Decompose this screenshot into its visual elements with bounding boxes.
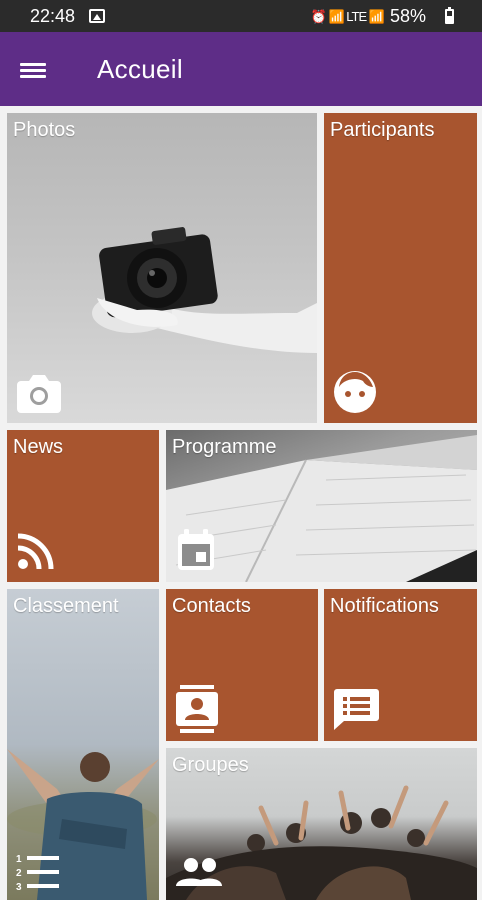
status-system-area: ⏰ 📶 LTE 📶 58% <box>311 6 446 27</box>
gallery-notification-icon <box>89 9 105 23</box>
battery-icon <box>445 7 454 24</box>
tile-participants[interactable]: Participants <box>324 113 477 423</box>
camera-icon <box>17 375 61 413</box>
status-bar: 22:48 ⏰ 📶 LTE 📶 58% <box>0 0 482 32</box>
tile-contacts[interactable]: Contacts <box>166 589 318 741</box>
calendar-icon <box>178 529 214 570</box>
face-icon <box>334 371 376 413</box>
contact-card-icon <box>176 685 218 733</box>
tile-notifications[interactable]: Notifications <box>324 589 477 741</box>
page-title: Accueil <box>97 54 183 84</box>
ranking-list-icon: 1 2 3 <box>16 854 59 892</box>
tile-label-participants: Participants <box>330 119 435 141</box>
tile-photos[interactable]: Photos <box>7 113 317 423</box>
tile-label-classement: Classement <box>13 595 119 617</box>
rss-icon <box>17 533 54 570</box>
tile-programme[interactable]: Programme <box>166 430 477 582</box>
group-icon <box>176 858 222 886</box>
tile-news[interactable]: News <box>7 430 159 582</box>
svg-text:2: 2 <box>16 868 22 879</box>
system-icons: ⏰ 📶 LTE 📶 <box>310 8 385 24</box>
hamburger-menu-icon[interactable] <box>20 60 46 80</box>
tile-label-programme: Programme <box>172 436 277 458</box>
tile-classement[interactable]: Classement 1 2 3 <box>7 589 159 900</box>
status-time: 22:48 <box>30 6 76 26</box>
svg-text:3: 3 <box>16 882 22 892</box>
app-bar: Accueil <box>0 32 482 106</box>
tile-label-photos: Photos <box>13 119 76 141</box>
tile-label-news: News <box>13 436 64 458</box>
tile-label-groupes: Groupes <box>172 754 249 776</box>
tile-label-contacts: Contacts <box>172 595 251 617</box>
tile-groupes[interactable]: Groupes <box>166 748 477 900</box>
home-tile-grid: Photos Participants News Programme Class… <box>0 106 482 900</box>
svg-text:1: 1 <box>16 854 22 865</box>
battery-percent: 58% <box>389 6 426 26</box>
message-icon <box>334 689 379 730</box>
tile-label-notifications: Notifications <box>330 595 439 617</box>
